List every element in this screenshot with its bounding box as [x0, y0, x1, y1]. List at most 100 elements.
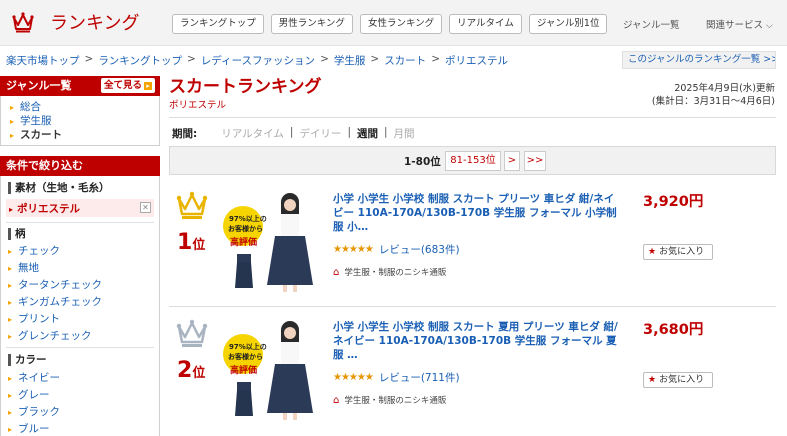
close-icon[interactable]: ✕ — [140, 202, 151, 213]
top-nav: ランキングトップ 男性ランキング 女性ランキング リアルタイム ジャンル別1位 — [172, 14, 614, 34]
breadcrumb-item[interactable]: ランキングトップ — [98, 53, 182, 68]
breadcrumb-item[interactable]: レディースファッション — [201, 53, 315, 68]
review-count-link[interactable]: レビュー(683件) — [379, 242, 460, 257]
product-photo: 97%以上の お客様から 高評価 — [221, 318, 327, 422]
genre-label: 総合 — [20, 101, 42, 113]
genre-list-link[interactable]: ジャンル一覧 — [623, 17, 680, 31]
pagination: 1-80位 81-153位 > >> — [169, 146, 776, 175]
product-title-link[interactable]: 小学 小学生 小学校 制服 スカート プリーツ 車ヒダ 紺/ネイビー 110A-… — [333, 192, 623, 234]
color-label: ネイビー — [18, 372, 61, 384]
pattern-label: 無地 — [18, 262, 40, 274]
nav-women-ranking[interactable]: 女性ランキング — [359, 14, 443, 34]
color-filter-title: カラー — [8, 354, 47, 366]
filter-title: 条件で絞り込む — [6, 159, 83, 172]
color-navy[interactable]: ▸ ネイビー — [8, 370, 60, 385]
ranking-item: 1位 97%以上の お客様から 高評価 小学 小学生 小学校 制服 スカート プ… — [169, 190, 776, 300]
pattern-label: プリント — [18, 313, 61, 325]
breadcrumb-item[interactable]: スカート — [384, 53, 426, 68]
last-page-button[interactable]: >> — [524, 151, 546, 171]
favorite-button[interactable]: ★ お気に入り — [643, 244, 713, 260]
tab-realtime[interactable]: リアルタイム — [221, 126, 284, 141]
updated-date: 2025年4月9日(水)更新 — [674, 83, 775, 94]
color-label: ブラック — [18, 406, 61, 418]
price: 3,680円 — [643, 322, 704, 338]
favorite-button[interactable]: ★ お気に入り — [643, 372, 713, 388]
period-label: 期間: — [172, 128, 198, 140]
review-count-link[interactable]: レビュー(711件) — [379, 370, 460, 385]
divider — [6, 347, 154, 348]
nav-men-ranking[interactable]: 男性ランキング — [270, 14, 353, 34]
pattern-gingham[interactable]: ▸ ギンガムチェック — [8, 294, 102, 309]
next-range-button[interactable]: 81-153位 — [445, 151, 501, 171]
rank-number: 2位 — [177, 358, 206, 383]
see-all-label: 全て見る — [103, 79, 142, 91]
shop-link[interactable]: ⌂ 学生服・制服のニシキ通販 — [333, 266, 447, 279]
breadcrumb-item[interactable]: 楽天市場トップ — [6, 53, 80, 68]
breadcrumb-item[interactable]: ポリエステル — [445, 53, 508, 68]
divider — [169, 117, 776, 118]
pattern-plain[interactable]: ▸ 無地 — [8, 260, 39, 275]
color-blue[interactable]: ▸ ブルー — [8, 421, 50, 436]
tab-daily[interactable]: デイリー — [299, 126, 341, 141]
breadcrumb-item[interactable]: 学生服 — [334, 53, 366, 68]
color-label: グレー — [18, 389, 50, 401]
tab-monthly[interactable]: 月間 — [394, 126, 415, 141]
genre-item-uniform[interactable]: ▸ 学生服 — [10, 113, 52, 128]
color-gray[interactable]: ▸ グレー — [8, 387, 50, 402]
shop-name: 学生服・制服のニシキ通販 — [344, 268, 447, 278]
gold-crown-icon — [176, 191, 208, 219]
home-icon: ⌂ — [333, 394, 340, 406]
badge-text: お客様から — [228, 352, 263, 361]
see-all-button[interactable]: 全て見る ▸ — [100, 78, 155, 93]
pattern-filter-title: 柄 — [8, 228, 26, 240]
nav-genre-top1[interactable]: ジャンル別1位 — [528, 14, 608, 34]
page-subtitle: ポリエステル — [169, 100, 227, 111]
star-icon: ★ — [648, 375, 657, 385]
nav-realtime[interactable]: リアルタイム — [449, 14, 522, 34]
divider — [6, 222, 154, 223]
badge-text: 97%以上の — [229, 342, 267, 351]
ranking-logo[interactable]: ランキング — [12, 9, 139, 35]
price: 3,920円 — [643, 194, 704, 210]
star-rating-icon: ★★★★★ — [333, 372, 374, 383]
genre-item-all[interactable]: ▸ 総合 — [10, 99, 41, 114]
shop-link[interactable]: ⌂ 学生服・制服のニシキ通販 — [333, 394, 446, 407]
related-services-label: 関連サービス — [706, 20, 764, 31]
product-image[interactable]: 97%以上の お客様から 高評価 — [221, 318, 327, 422]
header: ランキング ランキングトップ 男性ランキング 女性ランキング リアルタイム ジャ… — [0, 0, 787, 46]
badge-text: お客様から — [228, 224, 263, 233]
pattern-glen-check[interactable]: ▸ グレンチェック — [8, 328, 92, 343]
logo-text: ランキング — [50, 13, 140, 34]
next-page-button[interactable]: > — [504, 151, 520, 171]
product-image[interactable]: 97%以上の お客様から 高評価 — [221, 190, 327, 294]
product-photo: 97%以上の お客様から 高評価 — [221, 190, 327, 294]
pattern-check[interactable]: ▸ チェック — [8, 243, 60, 258]
selected-material-filter[interactable]: ▸ ポリエステル ✕ — [6, 199, 154, 217]
product-title-link[interactable]: 小学 小学生 小学校 制服 スカート 夏用 プリーツ 車ヒダ 紺/ネイビー 11… — [333, 320, 623, 362]
related-services-menu[interactable]: 関連サービス ⌵ — [706, 17, 773, 31]
aggregation-period: (集計日：3月31日〜4月6日) — [651, 96, 775, 107]
rank-number: 1位 — [177, 230, 206, 255]
rating: ★★★★★ レビュー(711件) — [333, 370, 460, 385]
breadcrumb: 楽天市場トップ > ランキングトップ > レディースファッション > 学生服 > スカー… — [6, 53, 508, 68]
genre-list-title: ジャンル一覧 — [6, 79, 72, 92]
nav-ranking-top[interactable]: ランキングトップ — [172, 14, 264, 34]
ranking-item: 2位 97%以上の お客様から 高評価 小学 小学生 小学校 制服 スカート 夏… — [169, 318, 776, 428]
star-rating-icon: ★★★★★ — [333, 244, 374, 255]
pattern-print[interactable]: ▸ プリント — [8, 311, 60, 326]
arrow-right-icon: ▸ — [144, 81, 152, 90]
pattern-label: チェック — [18, 245, 61, 257]
genre-ranking-list-link[interactable]: このジャンルのランキング一覧 >> — [622, 51, 776, 69]
pattern-label: ギンガムチェック — [18, 296, 103, 308]
tab-weekly: 週間 — [356, 128, 378, 140]
selected-filter-label: ポリエステル — [17, 203, 81, 215]
period-tabs: 期間: リアルタイム | デイリー | 週間 | 月間 — [172, 126, 415, 141]
genre-label: 学生服 — [20, 115, 52, 127]
genre-item-skirt: ▸ スカート — [10, 129, 63, 141]
color-black[interactable]: ▸ ブラック — [8, 404, 60, 419]
silver-crown-icon — [176, 319, 208, 347]
badge-text: 高評価 — [230, 364, 257, 376]
pattern-tartan[interactable]: ▸ タータンチェック — [8, 277, 102, 292]
pattern-label: グレンチェック — [18, 330, 92, 342]
color-label: ブルー — [18, 423, 50, 435]
